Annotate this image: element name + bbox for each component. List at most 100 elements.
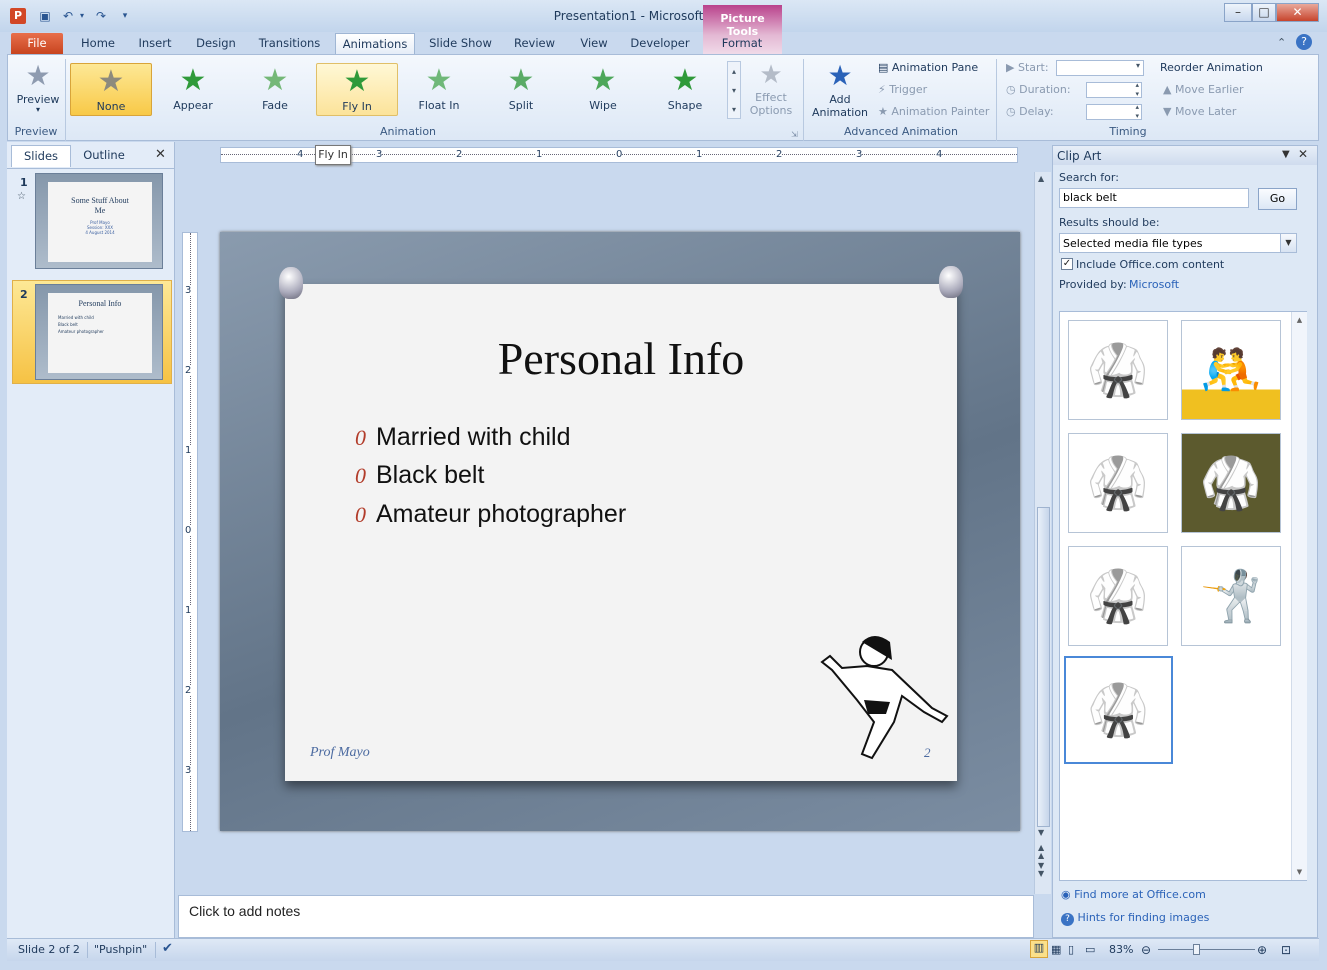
clip-result-3[interactable]: 🥋 [1068,433,1168,533]
slide-show-icon[interactable]: ▭ [1085,943,1095,956]
duration-spinner[interactable]: ▴ ▾ [1086,81,1142,98]
hints-link[interactable]: ? Hints for finding images [1061,911,1209,926]
bullet-marker-icon: 0 [355,502,366,527]
minimize-button[interactable]: – [1224,3,1252,22]
slide-sorter-icon[interactable]: ▦ [1051,943,1061,956]
provider-link[interactable]: Microsoft [1129,278,1179,291]
effect-options-button[interactable]: ★ Effect Options [741,59,801,117]
preview-button[interactable]: ★ Preview ▾ [16,59,60,114]
tab-home[interactable]: Home [74,33,122,55]
add-animation-icon: ★ [827,59,853,92]
trigger-button[interactable]: ⚡ Trigger [878,83,927,96]
float-in-star-icon: ★ [425,63,453,98]
previous-slide-icon[interactable]: ▲ ▲ [1038,844,1044,860]
status-bar: Slide 2 of 2 "Pushpin" ✔ ▥ ▦ ▯ ▭ 83% ⊖ ⊕… [7,938,1319,961]
tab-format[interactable]: Format [710,33,774,55]
animation-pane-button[interactable]: ▤ Animation Pane [878,61,978,74]
anim-float-in[interactable]: ★ Float In [398,63,480,116]
close-button[interactable]: ✕ [1276,3,1319,22]
zoom-slider-thumb[interactable] [1193,944,1200,955]
zoom-level[interactable]: 83% [1109,943,1133,956]
bullet-item-2[interactable]: 0 Black belt [355,461,484,490]
help-icon[interactable]: ? [1296,34,1312,50]
slide-footer: Prof Mayo [310,745,370,760]
chevron-down-icon[interactable]: ▼ [1280,234,1296,252]
search-for-label: Search for: [1059,171,1119,184]
tab-outline[interactable]: Outline [73,145,135,167]
bullet-item-1[interactable]: 0 Married with child [355,423,571,452]
clip-result-4[interactable]: 🥋 [1181,433,1281,533]
delay-spinner[interactable]: ▴ ▾ [1086,103,1142,120]
appear-star-icon: ★ [179,63,207,98]
tab-insert[interactable]: Insert [131,33,179,55]
clip-result-1[interactable]: 🥋 [1068,320,1168,420]
thumb-2-title: Personal Info [78,299,122,308]
animation-painter-button[interactable]: ★ Animation Painter [878,105,989,118]
add-animation-button[interactable]: ★ Add Animation [807,59,873,119]
slide-thumbnail-2[interactable]: Personal Info Married with child Black b… [35,284,163,380]
maximize-button[interactable]: □ [1252,3,1276,22]
anim-fade[interactable]: ★ Fade [234,63,316,116]
tab-developer[interactable]: Developer [625,33,695,55]
move-later-button[interactable]: ▼ Move Later [1163,105,1236,118]
clip-result-5[interactable]: 🥋 [1068,546,1168,646]
anim-wipe[interactable]: ★ Wipe [562,63,644,116]
find-more-link[interactable]: ◉ Find more at Office.com [1061,888,1206,901]
minimize-ribbon-icon[interactable]: ⌃ [1277,36,1286,49]
next-slide-icon[interactable]: ▼ ▼ [1038,862,1044,878]
close-pane-icon[interactable]: ✕ [155,147,166,162]
fly-in-tooltip: Fly In [315,145,351,165]
tab-design[interactable]: Design [190,33,242,55]
window-title: Presentation1 - Microsoft PowerPoint [553,9,774,23]
notes-pane[interactable] [178,895,1034,938]
scroll-down-icon: ▼ [1296,868,1303,876]
results-dropdown[interactable]: Selected media file types ▼ [1059,233,1297,253]
anim-appear[interactable]: ★ Appear [152,63,234,116]
anim-split[interactable]: ★ Split [480,63,562,116]
close-clip-art-icon[interactable]: ✕ [1298,147,1308,161]
slide-title[interactable]: Personal Info [285,332,957,385]
clip-result-6[interactable]: 🤺 [1181,546,1281,646]
fit-to-window-icon[interactable]: ⊡ [1281,943,1291,957]
go-button[interactable]: Go [1258,188,1297,210]
duration-label: ◷ Duration: [1006,83,1071,96]
normal-view-icon[interactable]: ▥ [1030,940,1048,958]
gallery-scroll[interactable]: ▴ ▾ ▾ [727,61,741,119]
tab-view[interactable]: View [572,33,616,55]
reading-view-icon[interactable]: ▯ [1068,943,1074,956]
move-earlier-button[interactable]: ▲ Move Earlier [1163,83,1244,96]
bullet-item-3[interactable]: 0 Amateur photographer [355,500,626,529]
start-icon: ▶ [1006,61,1018,74]
tab-animations[interactable]: Animations [335,33,415,55]
slide-thumbnail-1[interactable]: Some Stuff About Me Prof Mayo Session: X… [35,173,163,269]
clip-result-2[interactable]: 🤼 [1181,320,1281,420]
zoom-out-icon[interactable]: ⊖ [1141,943,1151,957]
tab-review[interactable]: Review [507,33,562,55]
scroll-thumb[interactable] [1037,507,1050,827]
include-office-checkbox[interactable]: ✓ [1061,258,1073,270]
anim-none[interactable]: ★ None [70,63,152,116]
scroll-down-icon[interactable]: ▼ [1038,828,1044,837]
start-dropdown[interactable]: ▾ [1056,60,1144,76]
animation-dialog-launcher-icon[interactable]: ⇲ [791,130,798,139]
bullet-marker-icon: 0 [355,425,366,450]
tab-slides[interactable]: Slides [11,145,71,167]
zoom-slider[interactable] [1158,949,1255,950]
reorder-animation-label: Reorder Animation [1160,61,1263,74]
vertical-scrollbar[interactable]: ▲ ▼ ▲ ▲ ▼ ▼ [1034,172,1051,894]
tab-file[interactable]: File [11,33,63,55]
slide-number-1: 1 [20,176,28,189]
karate-clipart-image[interactable] [812,630,952,765]
results-scrollbar[interactable]: ▲ ▼ [1291,312,1307,880]
spell-check-icon[interactable]: ✔ [162,941,173,956]
anim-fly-in[interactable]: ★ Fly In [316,63,398,116]
globe-icon: ◉ [1061,888,1075,901]
scroll-up-icon[interactable]: ▲ [1038,174,1044,183]
anim-shape[interactable]: ★ Shape [644,63,726,116]
search-input[interactable]: black belt [1059,188,1249,208]
tab-transitions[interactable]: Transitions [252,33,327,55]
pane-menu-icon[interactable]: ▼ [1282,149,1290,160]
tab-slide-show[interactable]: Slide Show [424,33,497,55]
clip-result-7[interactable]: 🥋 [1064,656,1173,764]
zoom-in-icon[interactable]: ⊕ [1257,943,1267,957]
